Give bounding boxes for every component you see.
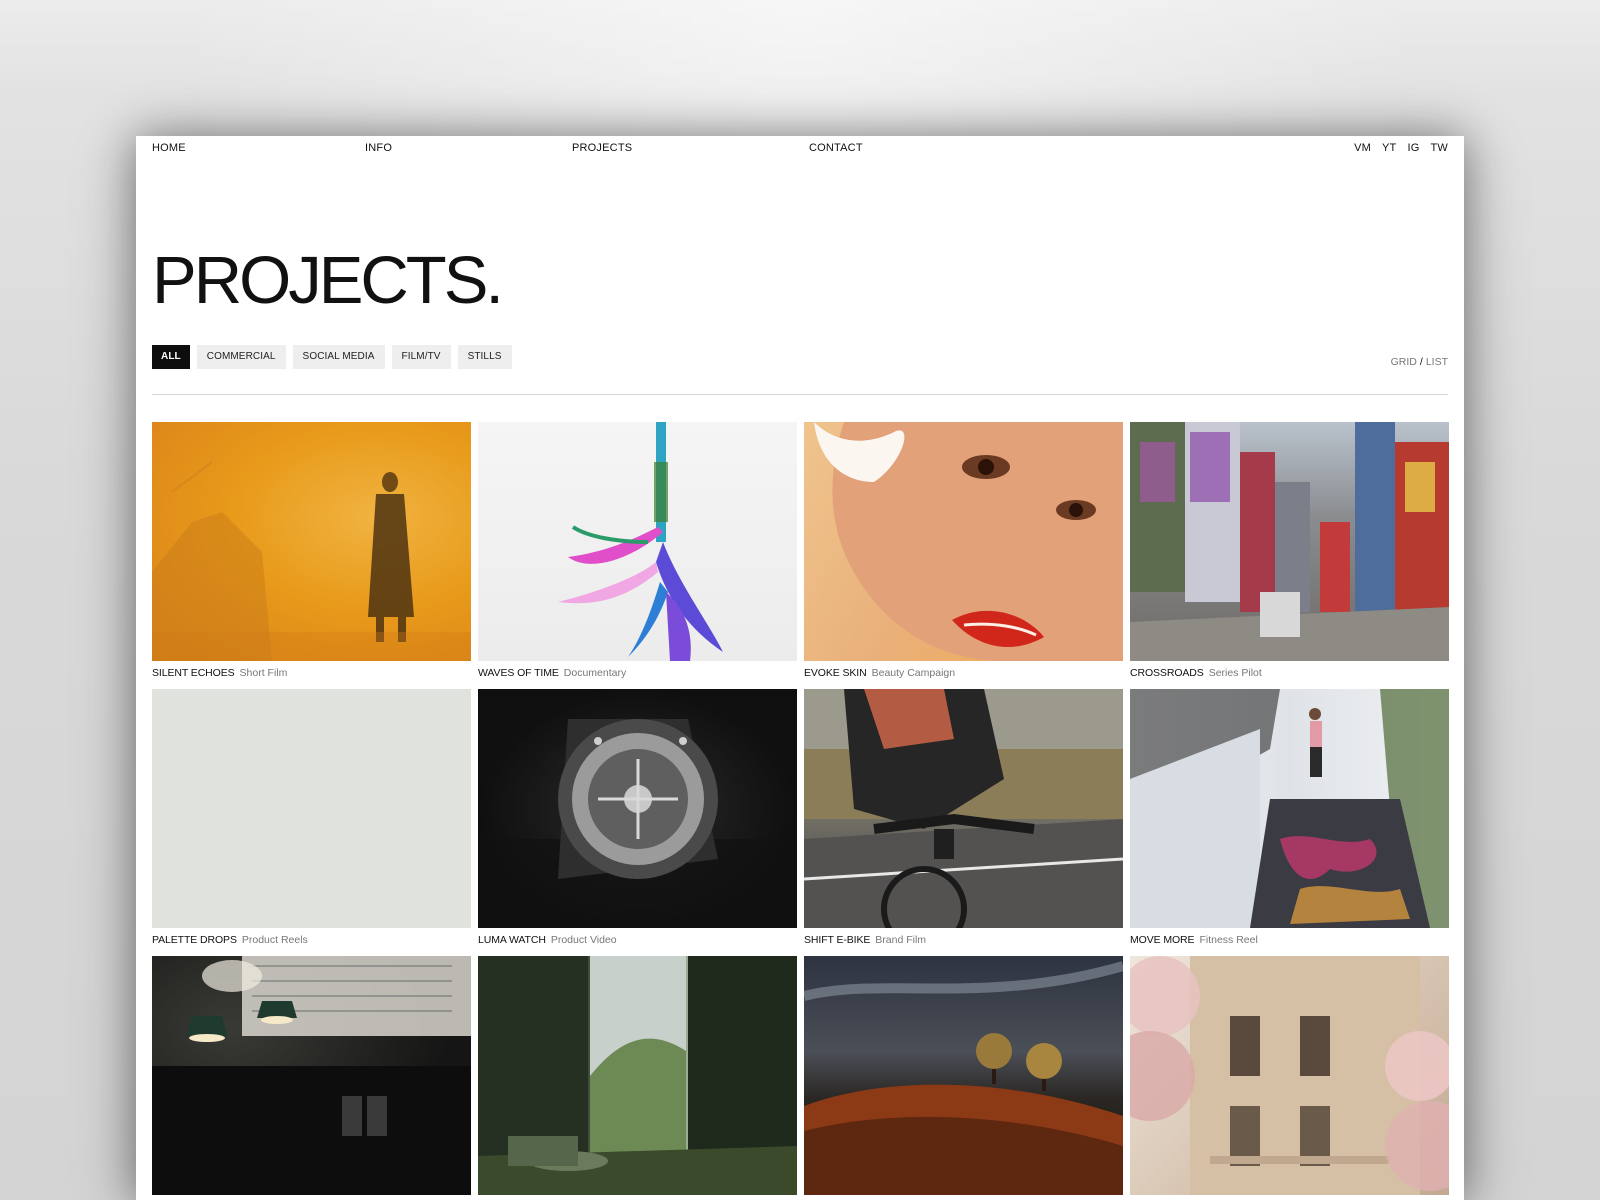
view-grid-toggle[interactable]: GRID bbox=[1391, 356, 1417, 368]
project-category: Series Pilot bbox=[1208, 667, 1262, 679]
project-thumbnail-evoke-skin bbox=[804, 422, 1123, 661]
nav-home-link[interactable]: HOME bbox=[152, 142, 186, 154]
project-card[interactable]: PALETTE DROPS Product Reels bbox=[152, 689, 471, 956]
project-thumbnail-shift-e-bike bbox=[804, 689, 1123, 928]
project-thumbnail-silent-echoes bbox=[152, 422, 471, 661]
project-category: Short Film bbox=[239, 667, 288, 679]
project-caption: MOVE MORE Fitness Reel bbox=[1130, 928, 1449, 956]
project-title: MOVE MORE bbox=[1130, 934, 1195, 946]
project-card[interactable]: MOVE MORE Fitness Reel bbox=[1130, 689, 1449, 956]
project-title: SILENT ECHOES bbox=[152, 667, 235, 679]
category-filters: ALL COMMERCIAL SOCIAL MEDIA FILM/TV STIL… bbox=[152, 345, 512, 369]
project-caption: EVOKE SKIN Beauty Campaign bbox=[804, 661, 1123, 689]
filter-commercial[interactable]: COMMERCIAL bbox=[196, 345, 286, 369]
project-caption bbox=[1130, 1195, 1449, 1200]
project-category: Brand Film bbox=[875, 934, 927, 946]
project-card[interactable] bbox=[152, 956, 471, 1200]
project-thumbnail-move-more bbox=[1130, 689, 1449, 928]
filter-social-media[interactable]: SOCIAL MEDIA bbox=[292, 345, 385, 369]
nav-projects-link[interactable]: PROJECTS bbox=[572, 142, 632, 154]
social-link-instagram[interactable]: IG bbox=[1407, 142, 1419, 154]
project-caption: SHIFT E-BIKE Brand Film bbox=[804, 928, 1123, 956]
projects-grid: SILENT ECHOES Short Film WAVES OF TIME Doc… bbox=[152, 422, 1449, 1200]
project-thumbnail-cafe bbox=[152, 956, 471, 1195]
project-caption: CROSSROADS Series Pilot bbox=[1130, 661, 1449, 689]
project-caption bbox=[478, 1195, 797, 1200]
filter-stills[interactable]: STILLS bbox=[457, 345, 512, 369]
project-category: Product Video bbox=[550, 934, 617, 946]
project-title: WAVES OF TIME bbox=[478, 667, 559, 679]
project-category: Fitness Reel bbox=[1199, 934, 1258, 946]
project-title: CROSSROADS bbox=[1130, 667, 1204, 679]
project-card[interactable]: LUMA WATCH Product Video bbox=[478, 689, 797, 956]
project-card[interactable]: SHIFT E-BIKE Brand Film bbox=[804, 689, 1123, 956]
nav-info-link[interactable]: INFO bbox=[365, 142, 392, 154]
project-thumbnail-green-room bbox=[478, 956, 797, 1195]
top-navigation: HOME INFO PROJECTS CONTACT VM YT IG TW bbox=[152, 136, 1448, 166]
filter-all[interactable]: ALL bbox=[152, 345, 190, 369]
project-category: Product Reels bbox=[241, 934, 308, 946]
project-caption: SILENT ECHOES Short Film bbox=[152, 661, 471, 689]
project-title: EVOKE SKIN bbox=[804, 667, 867, 679]
social-link-youtube[interactable]: YT bbox=[1382, 142, 1396, 154]
project-card[interactable]: WAVES OF TIME Documentary bbox=[478, 422, 797, 689]
project-category: Documentary bbox=[563, 667, 627, 679]
nav-contact-link[interactable]: CONTACT bbox=[809, 142, 863, 154]
project-card[interactable]: CROSSROADS Series Pilot bbox=[1130, 422, 1449, 689]
project-caption bbox=[152, 1195, 471, 1200]
project-title: PALETTE DROPS bbox=[152, 934, 237, 946]
project-thumbnail-palace bbox=[1130, 956, 1449, 1195]
project-thumbnail-crossroads bbox=[1130, 422, 1449, 661]
project-title: LUMA WATCH bbox=[478, 934, 546, 946]
project-title: SHIFT E-BIKE bbox=[804, 934, 871, 946]
view-toggle: GRID / LIST bbox=[1391, 356, 1448, 368]
project-thumbnail-luma-watch bbox=[478, 689, 797, 928]
view-toggle-separator: / bbox=[1419, 356, 1423, 368]
project-category: Beauty Campaign bbox=[871, 667, 956, 679]
section-divider bbox=[152, 394, 1448, 395]
project-card[interactable]: EVOKE SKIN Beauty Campaign bbox=[804, 422, 1123, 689]
filter-film-tv[interactable]: FILM/TV bbox=[391, 345, 451, 369]
project-caption bbox=[804, 1195, 1123, 1200]
project-thumbnail-palette-drops bbox=[152, 689, 471, 928]
social-link-twitter[interactable]: TW bbox=[1430, 142, 1448, 154]
project-card[interactable] bbox=[478, 956, 797, 1200]
project-caption: WAVES OF TIME Documentary bbox=[478, 661, 797, 689]
social-link-vimeo[interactable]: VM bbox=[1354, 142, 1371, 154]
project-caption: PALETTE DROPS Product Reels bbox=[152, 928, 471, 956]
project-card[interactable] bbox=[804, 956, 1123, 1200]
browser-window: HOME INFO PROJECTS CONTACT VM YT IG TW P… bbox=[136, 136, 1464, 1200]
view-list-toggle[interactable]: LIST bbox=[1426, 356, 1448, 368]
social-links: VM YT IG TW bbox=[1354, 142, 1448, 154]
project-caption: LUMA WATCH Product Video bbox=[478, 928, 797, 956]
page-title: PROJECTS. bbox=[152, 243, 504, 318]
project-thumbnail-waves-of-time bbox=[478, 422, 797, 661]
project-thumbnail-red-hill bbox=[804, 956, 1123, 1195]
project-card[interactable] bbox=[1130, 956, 1449, 1200]
project-card[interactable]: SILENT ECHOES Short Film bbox=[152, 422, 471, 689]
